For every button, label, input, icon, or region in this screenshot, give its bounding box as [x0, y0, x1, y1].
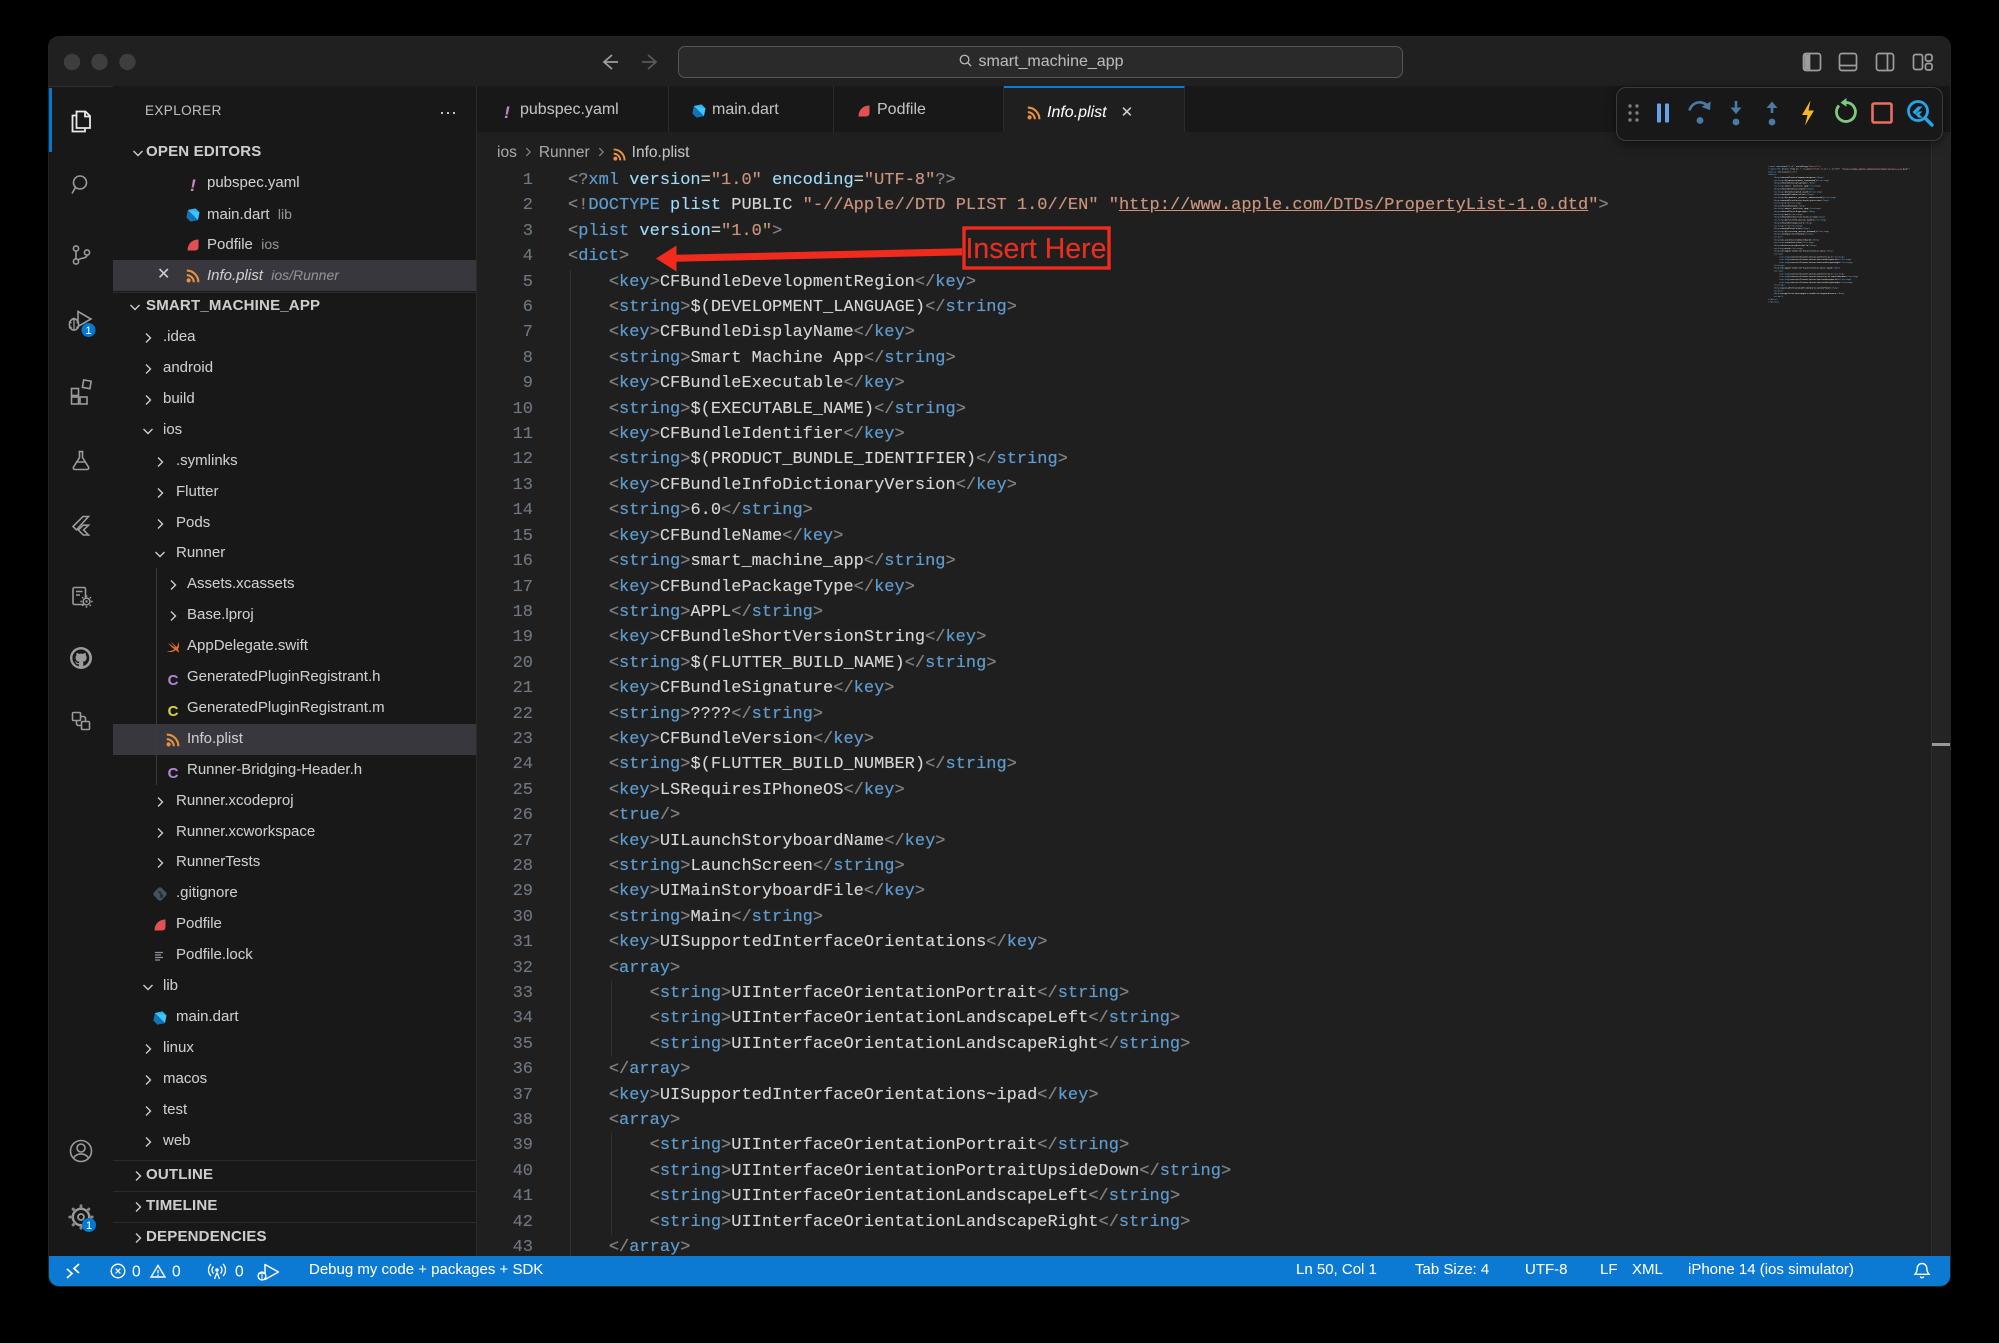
svg-text:0: 0	[132, 1264, 141, 1281]
svg-text:0: 0	[235, 1264, 244, 1281]
svg-text:0: 0	[172, 1264, 181, 1281]
svg-text:1: 1	[86, 1220, 92, 1232]
svg-text:1: 1	[85, 325, 91, 337]
